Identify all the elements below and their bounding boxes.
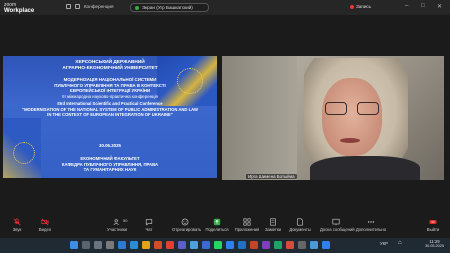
audio-label: Звук xyxy=(12,227,22,232)
docs-label: Документы xyxy=(289,227,311,232)
explorer-icon[interactable] xyxy=(142,241,150,249)
background-wall xyxy=(222,56,297,180)
participant-body xyxy=(310,156,420,180)
video-muted-icon xyxy=(41,218,49,226)
recording-indicator[interactable]: Запись xyxy=(350,4,371,9)
slide-university: ХЕРСОНСЬКИЙ ДЕРЖАВНИЙ АГРАРНО-ЕКОНОМІЧНИЙ… xyxy=(62,60,158,71)
record-label: Запись xyxy=(356,4,372,9)
apps-button[interactable]: Приложения xyxy=(234,218,260,232)
title-bar: zoom Workplace Конференция Экран (Угр Ба… xyxy=(0,0,450,15)
chat-icon xyxy=(145,219,153,226)
whiteboard-label: Доска сообщений xyxy=(320,227,355,232)
react-icon xyxy=(181,218,189,226)
video-button[interactable]: Видео xyxy=(32,218,58,232)
widgets-icon[interactable] xyxy=(106,241,114,249)
teams-icon[interactable] xyxy=(178,241,186,249)
app-icon[interactable] xyxy=(166,241,174,249)
slide-title-en: IIIrd International Scientific and Pract… xyxy=(22,101,198,117)
powerpoint-icon[interactable] xyxy=(250,241,258,249)
clock[interactable]: 11:29 30.05.2025 xyxy=(425,239,444,249)
slide-faculty: ЕКОНОМІЧНИЙ ФАКУЛЬТЕТ КАФЕДРА ПУБЛІЧНОГО… xyxy=(61,156,159,172)
video-label: Видео xyxy=(38,227,52,232)
react-button[interactable]: Отреагировать xyxy=(172,218,202,232)
security-icon[interactable] xyxy=(66,4,71,9)
chat-button[interactable]: Чат xyxy=(136,218,162,232)
minimize-icon[interactable]: – xyxy=(405,3,408,9)
telegram-icon[interactable] xyxy=(190,241,198,249)
network-icon[interactable]: ⌂ xyxy=(398,240,402,246)
zoom-taskbar-icon[interactable] xyxy=(226,241,234,249)
windows-start-icon[interactable] xyxy=(70,241,78,249)
participants-icon xyxy=(113,219,119,226)
more-button[interactable]: Дополнительно xyxy=(355,218,387,232)
zoom-app-icon[interactable] xyxy=(322,241,330,249)
whatsapp-icon[interactable] xyxy=(214,241,222,249)
language-indicator[interactable]: УКР xyxy=(380,241,388,246)
chrome-icon[interactable] xyxy=(202,241,210,249)
leave-button[interactable]: Выйти xyxy=(420,218,446,232)
leave-label: Выйти xyxy=(426,227,440,232)
participants-label: Участники xyxy=(106,227,127,232)
share-label: Экран (Угр Башкатский) xyxy=(142,5,193,10)
word-icon[interactable] xyxy=(238,241,246,249)
participant-face xyxy=(322,78,382,156)
notes-label: Заметки xyxy=(264,227,282,232)
more-icon xyxy=(367,221,375,223)
participant-name-label: Ирга Шимена Ботыйиа xyxy=(246,174,297,179)
docs-button[interactable]: Документы xyxy=(287,218,313,232)
share-status-icon xyxy=(135,5,139,10)
apps-label: Приложения xyxy=(234,227,260,232)
meeting-label[interactable]: Конференция xyxy=(84,4,113,9)
whiteboard-button[interactable]: Доска сообщений xyxy=(320,218,355,232)
mail-icon[interactable] xyxy=(130,241,138,249)
apps-icon xyxy=(243,218,251,226)
participant-glasses xyxy=(325,102,379,116)
meeting-info[interactable]: Конференция xyxy=(66,4,113,9)
store-icon[interactable] xyxy=(310,241,318,249)
pdf-icon[interactable] xyxy=(286,241,294,249)
task-view-icon[interactable] xyxy=(94,241,102,249)
whiteboard-icon xyxy=(332,218,340,226)
shield-icon[interactable] xyxy=(75,4,80,9)
close-icon[interactable]: ✕ xyxy=(437,3,442,10)
microphone-muted-icon xyxy=(13,218,21,226)
participants-count: 50 xyxy=(123,218,128,223)
more-label: Дополнительно xyxy=(355,227,387,232)
share-label: Поделиться xyxy=(205,227,229,232)
share-button[interactable]: Поделиться xyxy=(204,218,230,232)
zoom-window: zoom Workplace Конференция Экран (Угр Ба… xyxy=(0,0,450,253)
notes-button[interactable]: Заметки xyxy=(260,218,286,232)
edge-icon[interactable] xyxy=(118,241,126,249)
viber-icon[interactable] xyxy=(262,241,270,249)
notes-icon xyxy=(270,218,276,226)
leave-icon xyxy=(429,220,437,224)
slide-date: 30.05.2025 xyxy=(99,143,121,148)
docs-icon xyxy=(297,218,303,226)
record-icon xyxy=(350,4,354,9)
zoom-logo: zoom Workplace xyxy=(4,2,34,14)
maximize-icon[interactable]: □ xyxy=(421,3,425,9)
excel-icon[interactable] xyxy=(274,241,282,249)
screen-share-pill[interactable]: Экран (Угр Башкатский) xyxy=(130,3,209,12)
participant-mouth xyxy=(340,138,360,143)
share-icon xyxy=(213,218,221,226)
audio-button[interactable]: Звук xyxy=(4,218,30,232)
logo-bottom: Workplace xyxy=(4,8,35,14)
slide-title-ua: МОДЕРНІЗАЦІЯ НАЦІОНАЛЬНОЇ СИСТЕМИ ПУБЛІЧ… xyxy=(54,77,166,99)
chat-label: Чат xyxy=(145,227,153,232)
settings-icon[interactable] xyxy=(298,241,306,249)
search-icon[interactable] xyxy=(82,241,90,249)
office-icon[interactable] xyxy=(154,241,162,249)
shared-screen: ХЕРСОНСЬКИЙ ДЕРЖАВНИЙ АГРАРНО-ЕКОНОМІЧНИЙ… xyxy=(3,56,217,178)
react-label: Отреагировать xyxy=(172,227,202,232)
participant-video[interactable] xyxy=(222,56,444,180)
